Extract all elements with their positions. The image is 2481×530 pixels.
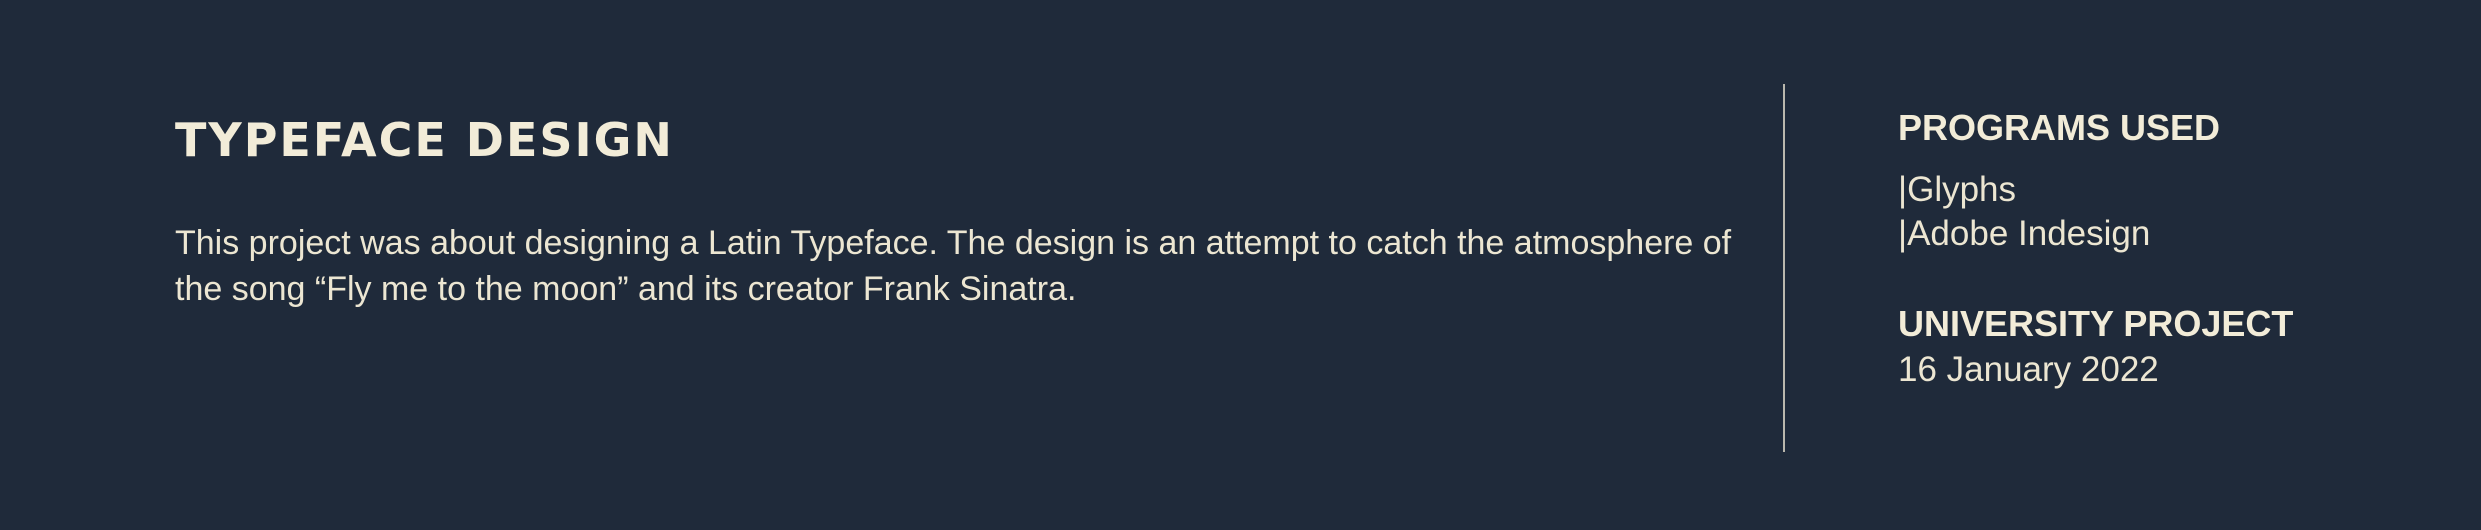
vertical-divider (1783, 84, 1785, 452)
program-item-glyphs: |Glyphs (1898, 170, 2017, 209)
programs-list: |Glyphs |Adobe Indesign (1898, 168, 2150, 256)
project-description: This project was about designing a Latin… (175, 224, 1732, 308)
project-date: 16 January 2022 (1898, 350, 2159, 389)
university-project-heading: UNIVERSITY PROJECT (1898, 303, 2294, 344)
program-item-indesign: |Adobe Indesign (1898, 214, 2151, 253)
project-info-panel: TYPEFACE DESIGN This project was about d… (0, 0, 2481, 530)
project-title: TYPEFACE DESIGN (175, 113, 674, 167)
programs-used-heading: PROGRAMS USED (1898, 107, 2221, 148)
